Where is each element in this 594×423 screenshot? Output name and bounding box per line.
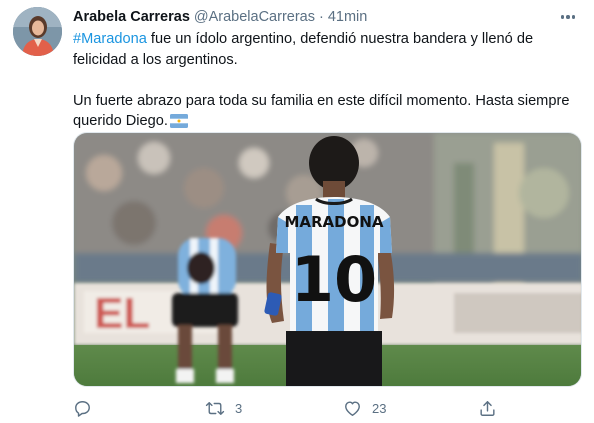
tweet[interactable]: Arabela Carreras @ArabelaCarreras · 41mi… (0, 0, 594, 423)
tweet-paragraph-2-text: Un fuerte abrazo para toda su familia en… (73, 92, 570, 130)
share-icon (478, 399, 497, 418)
hashtag-link[interactable]: #Maradona (73, 31, 147, 47)
like-button[interactable]: 23 (343, 398, 386, 418)
tweet-actions: 3 23 (73, 398, 503, 418)
jersey-name: MARADONA (284, 213, 383, 231)
retweet-count: 3 (235, 400, 243, 416)
retweet-icon (205, 399, 225, 418)
photo: EL MARADONA 10 (74, 133, 581, 386)
share-button[interactable] (478, 398, 507, 418)
jersey-number: 10 (291, 243, 377, 316)
tweet-text: #Maradona fue un ídolo argentino, defend… (73, 29, 578, 135)
heart-icon (343, 399, 362, 418)
avatar[interactable] (13, 7, 62, 56)
tweet-paragraph-2: Un fuerte abrazo para toda su familia en… (73, 91, 578, 135)
like-count: 23 (372, 400, 387, 416)
more-icon[interactable] (556, 8, 580, 26)
tweet-media-image[interactable]: EL MARADONA 10 (73, 132, 582, 387)
separator: · (319, 9, 324, 25)
avatar-image (13, 7, 62, 56)
tweet-time[interactable]: 41min (328, 9, 368, 25)
reply-icon (73, 399, 92, 418)
ad-board-text: EL (94, 289, 150, 338)
reply-button[interactable] (73, 398, 102, 418)
author-name[interactable]: Arabela Carreras (73, 9, 190, 25)
retweet-button[interactable]: 3 (205, 398, 242, 418)
tweet-header: Arabela Carreras @ArabelaCarreras · 41mi… (73, 8, 580, 26)
author-handle[interactable]: @ArabelaCarreras (194, 9, 315, 25)
tweet-paragraph-1: #Maradona fue un ídolo argentino, defend… (73, 29, 578, 70)
